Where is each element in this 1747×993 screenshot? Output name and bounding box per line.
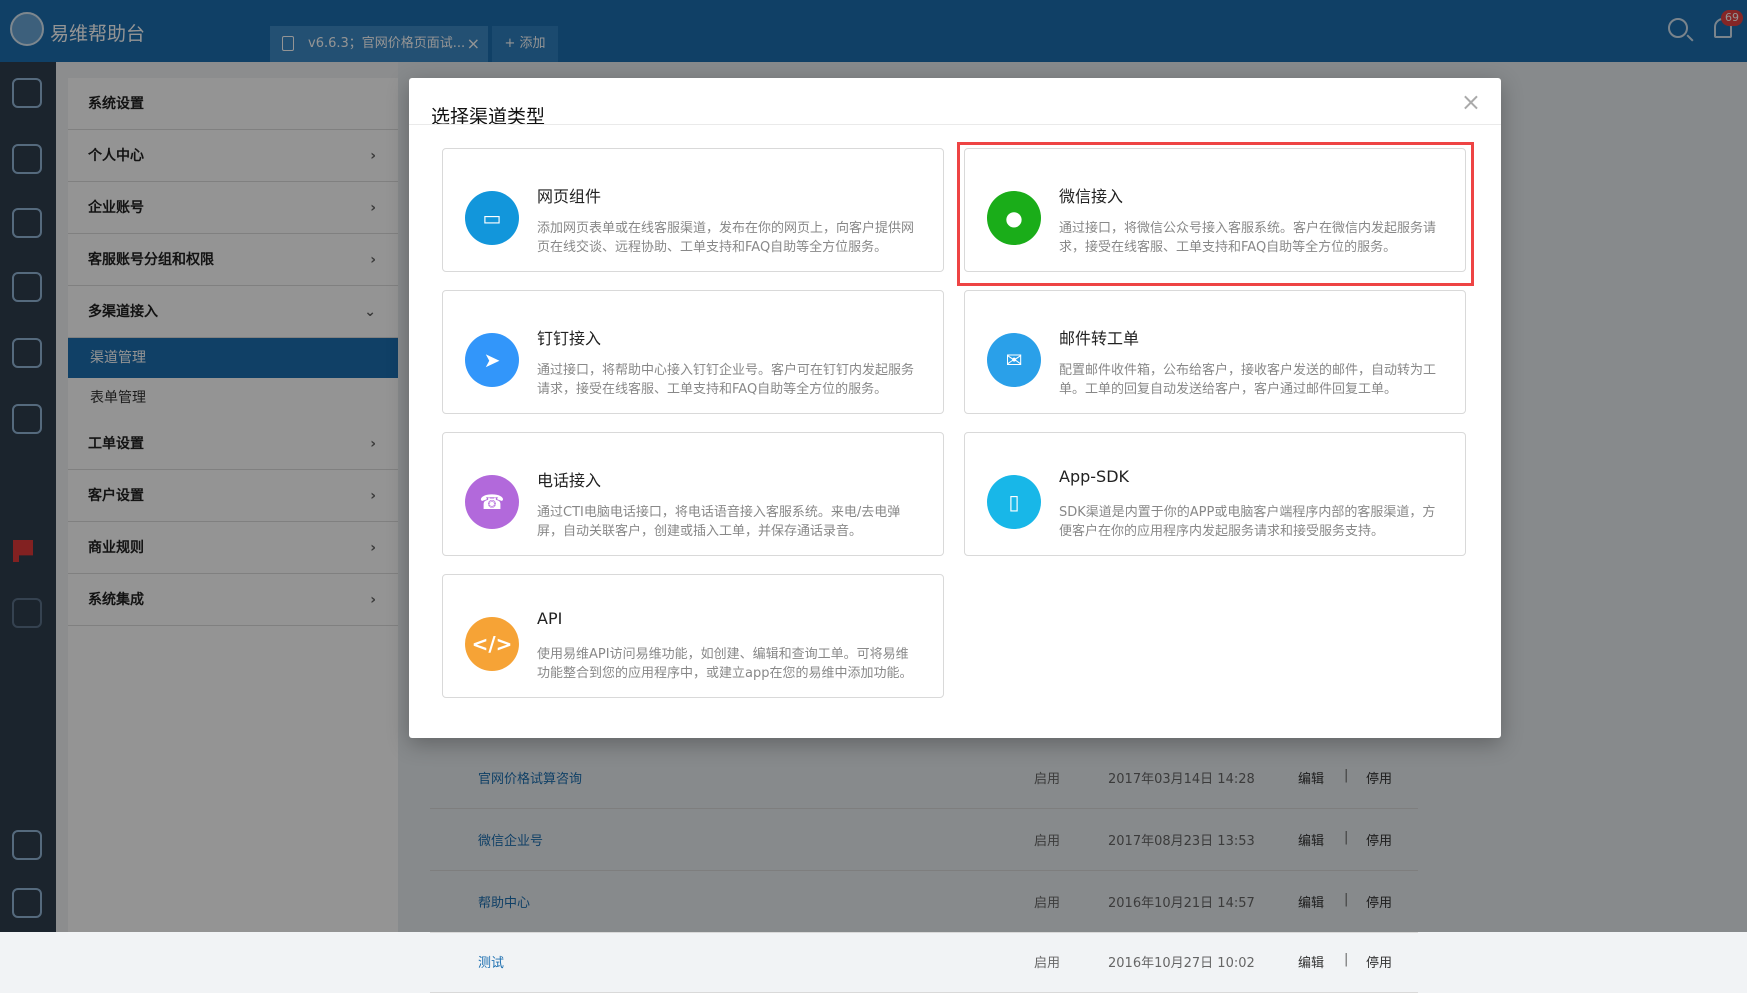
channel-type-modal: 选择渠道类型 × ▭ 网页组件 添加网页表单或在线客服渠道，发布在你的网页上，向客户… xyxy=(409,78,1501,738)
channel-card-api[interactable]: </> API 使用易维API访问易维功能，如创建、编辑和查询工单。可将易维功能整合… xyxy=(442,574,944,698)
channel-card-sdk[interactable]: ▯ App-SDK SDK渠道是内置于你的APP或电脑客户端程序内部的客服渠道，方便… xyxy=(964,432,1466,556)
table-row: 测试 启用 2016年10月27日 10:02 编辑 | 停用 xyxy=(430,932,1418,993)
code-icon: </> xyxy=(465,617,519,671)
mail-icon: ✉ xyxy=(987,333,1041,387)
dingtalk-icon: ➤ xyxy=(465,333,519,387)
channel-card-web[interactable]: ▭ 网页组件 添加网页表单或在线客服渠道，发布在你的网页上，向客户提供网页在线交谈、… xyxy=(442,148,944,272)
monitor-icon: ▭ xyxy=(465,191,519,245)
channel-card-email[interactable]: ✉ 邮件转工单 配置邮件收件箱，公布给客户，接收客户发送的邮件，自动转为工单。工单的… xyxy=(964,290,1466,414)
code-icon xyxy=(440,949,464,973)
wechat-highlight-frame xyxy=(957,142,1474,286)
modal-divider xyxy=(409,124,1501,125)
close-icon[interactable]: × xyxy=(1461,88,1481,116)
channel-card-dingtalk[interactable]: ➤ 钉钉接入 通过接口，将帮助中心接入钉钉企业号。客户可在钉钉内发起服务请求，接受在… xyxy=(442,290,944,414)
mobile-icon: ▯ xyxy=(987,475,1041,529)
channel-card-phone[interactable]: ☎ 电话接入 通过CTI电脑电话接口，将电话语音接入客服系统。来电/去电弹屏，自动关… xyxy=(442,432,944,556)
phone-icon: ☎ xyxy=(465,475,519,529)
